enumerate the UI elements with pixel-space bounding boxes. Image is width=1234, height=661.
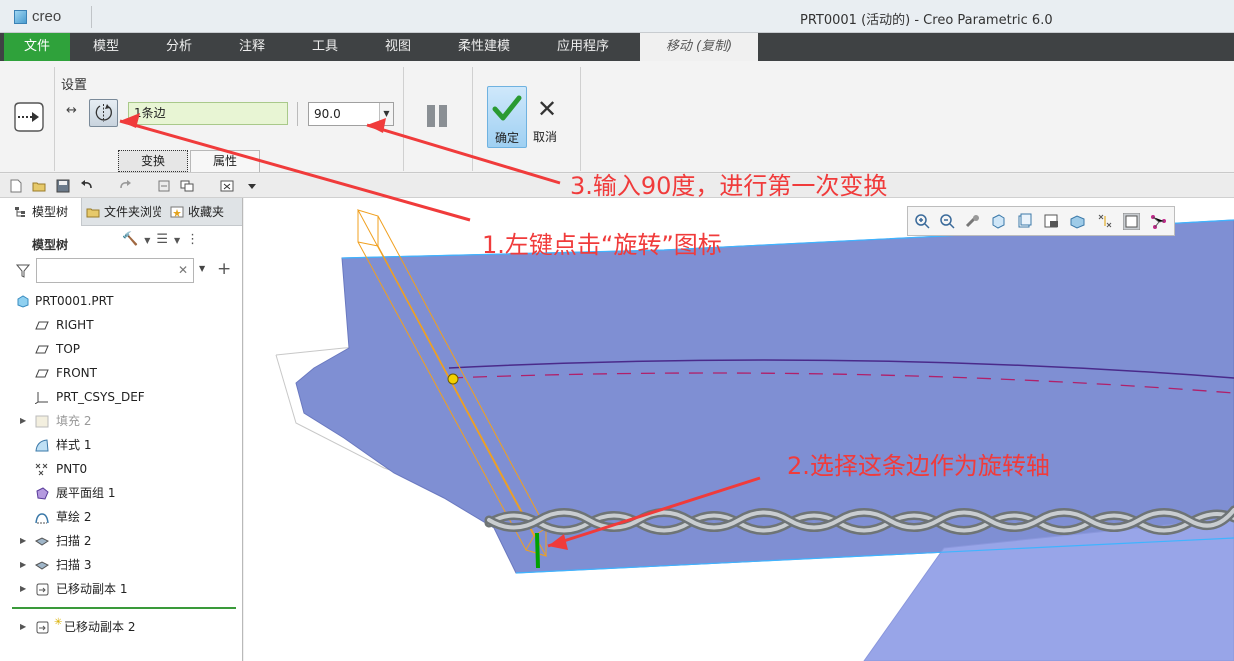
step3-annotation: 3.输入90度，进行第一次变换: [570, 172, 888, 200]
annotation-arrows: [119, 113, 761, 550]
step1-annotation: 1.左键点击“旋转”图标: [482, 231, 722, 259]
step2-annotation: 2.选择这条边作为旋转轴: [787, 452, 1050, 480]
